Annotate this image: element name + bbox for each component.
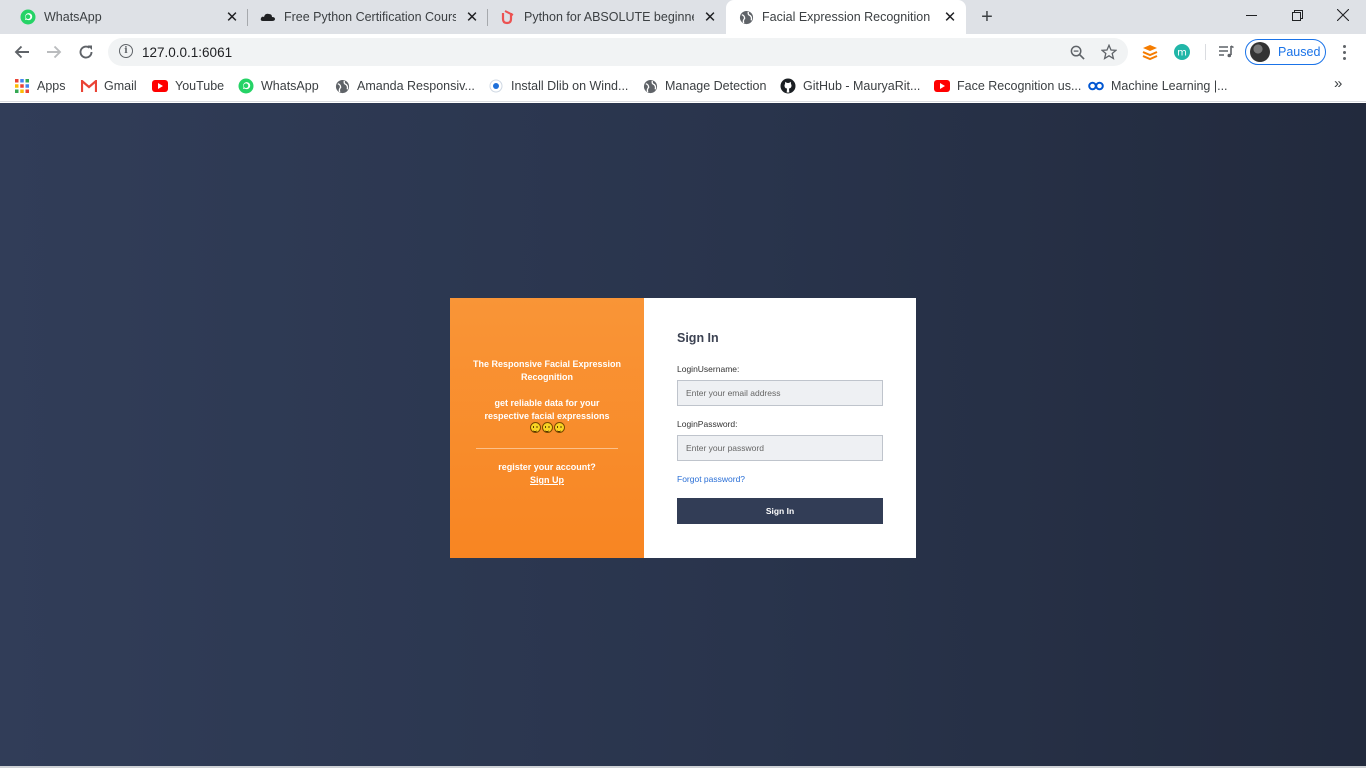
bookmark-label: Install Dlib on Wind...	[511, 79, 629, 93]
profile-status-label: Paused	[1278, 45, 1321, 59]
smiley-icon	[541, 422, 553, 433]
gmail-icon	[81, 78, 97, 94]
bookmark-label: Manage Detection	[665, 79, 767, 93]
avatar	[1250, 42, 1270, 62]
bookmark-gmail[interactable]: Gmail	[81, 76, 137, 96]
bookmark-install-dlib[interactable]: Install Dlib on Wind...	[488, 76, 628, 96]
udemy-icon	[500, 9, 516, 25]
tab-title: Python for ABSOLUTE beginners!	[524, 10, 694, 24]
signin-heading: Sign In	[677, 331, 719, 345]
forgot-password-link[interactable]: Forgot password?	[677, 474, 745, 484]
record-icon	[488, 78, 504, 94]
bookmark-machine-learning[interactable]: Machine Learning |...	[1088, 76, 1228, 96]
smiley-icon	[529, 422, 541, 433]
whatsapp-icon	[20, 9, 36, 25]
forward-button[interactable]	[40, 38, 68, 66]
media-queue-icon[interactable]	[1216, 42, 1236, 62]
window-close-button[interactable]	[1320, 0, 1366, 30]
tab-python-certification[interactable]: Free Python Certification Course ✕	[248, 0, 488, 34]
tab-title: WhatsApp	[44, 10, 102, 24]
new-tab-button[interactable]: +	[976, 6, 998, 28]
login-page-background: The Responsive Facial Expression Recogni…	[0, 103, 1366, 768]
promo-panel: The Responsive Facial Expression Recogni…	[450, 298, 644, 558]
password-input[interactable]	[677, 435, 883, 461]
bookmark-github[interactable]: GitHub - MauryaRit...	[780, 76, 920, 96]
signup-link[interactable]: Sign Up	[530, 475, 564, 485]
profile-paused-button[interactable]: Paused	[1245, 39, 1326, 65]
address-bar[interactable]: i 127.0.0.1:6061	[108, 38, 1128, 66]
close-icon[interactable]: ✕	[222, 7, 242, 27]
bookmark-face-recognition[interactable]: Face Recognition us...	[934, 76, 1081, 96]
layers-extension-icon[interactable]	[1140, 42, 1160, 62]
globe-icon	[738, 9, 754, 25]
tab-title: Free Python Certification Course	[284, 10, 456, 24]
username-input[interactable]	[677, 380, 883, 406]
svg-text:m: m	[1177, 48, 1187, 59]
youtube-icon	[934, 78, 950, 94]
register-block: register your account? Sign Up	[472, 461, 622, 487]
github-icon	[780, 78, 796, 94]
bookmark-label: Face Recognition us...	[957, 79, 1082, 93]
username-label: LoginUsername:	[677, 364, 740, 374]
url-text: 127.0.0.1:6061	[142, 45, 233, 60]
password-label: LoginPassword:	[677, 419, 738, 429]
bookmark-label: Machine Learning |...	[1111, 79, 1228, 93]
bookmark-star-icon[interactable]	[1100, 43, 1118, 61]
tab-whatsapp[interactable]: WhatsApp ✕	[8, 0, 248, 34]
smiley-icon	[553, 422, 565, 433]
tab-python-beginners[interactable]: Python for ABSOLUTE beginners! ✕	[488, 0, 726, 34]
bookmark-label: WhatsApp	[261, 79, 319, 93]
signin-button[interactable]: Sign In	[677, 498, 883, 524]
login-card: The Responsive Facial Expression Recogni…	[450, 298, 916, 558]
promo-divider	[476, 448, 618, 449]
tab-facial-expression-recognition[interactable]: Facial Expression Recognition ✕	[726, 0, 966, 34]
globe-icon	[642, 78, 658, 94]
m-extension-icon[interactable]: m	[1172, 42, 1192, 62]
reload-button[interactable]	[72, 38, 100, 66]
coursera-icon	[1088, 78, 1104, 94]
more-bookmarks-icon[interactable]: »	[1334, 75, 1342, 92]
emoji-row	[450, 422, 644, 433]
register-prompt: register your account?	[498, 462, 596, 472]
bookmark-label: Gmail	[104, 79, 137, 93]
bookmark-whatsapp[interactable]: WhatsApp	[238, 76, 319, 96]
signin-form: Sign In LoginUsername: LoginPassword: Fo…	[644, 298, 916, 558]
more-menu-icon[interactable]	[1336, 42, 1352, 62]
globe-icon	[334, 78, 350, 94]
bookmark-label: Amanda Responsiv...	[357, 79, 475, 93]
whatsapp-icon	[238, 78, 254, 94]
bookmark-label: GitHub - MauryaRit...	[803, 79, 921, 93]
zoom-icon[interactable]	[1068, 43, 1086, 61]
promo-tagline: The Responsive Facial Expression Recogni…	[472, 359, 622, 382]
bookmark-apps[interactable]: Apps	[14, 76, 66, 96]
minimize-button[interactable]	[1228, 0, 1274, 30]
close-icon[interactable]: ✕	[700, 7, 720, 27]
apps-grid-icon	[14, 78, 30, 94]
bookmarks-bar: Apps Gmail YouTube WhatsApp Amanda Respo…	[0, 70, 1366, 102]
cloud-icon	[260, 9, 276, 25]
bookmark-amanda[interactable]: Amanda Responsiv...	[334, 76, 475, 96]
tab-title: Facial Expression Recognition	[762, 10, 931, 24]
bookmark-youtube[interactable]: YouTube	[152, 76, 224, 96]
browser-toolbar: i 127.0.0.1:6061 m Paused	[0, 34, 1366, 70]
tab-strip: WhatsApp ✕ Free Python Certification Cou…	[0, 0, 1366, 34]
close-icon[interactable]: ✕	[940, 7, 960, 27]
toolbar-separator	[1205, 44, 1206, 60]
bookmark-manage-detection[interactable]: Manage Detection	[642, 76, 766, 96]
promo-subtitle: get reliable data for your respective fa…	[484, 398, 610, 421]
back-button[interactable]	[8, 38, 36, 66]
info-icon[interactable]: i	[119, 44, 133, 58]
restore-button[interactable]	[1274, 0, 1320, 30]
youtube-icon	[152, 78, 168, 94]
close-icon[interactable]: ✕	[462, 7, 482, 27]
bookmark-label: YouTube	[175, 79, 225, 93]
bookmark-label: Apps	[37, 79, 66, 93]
